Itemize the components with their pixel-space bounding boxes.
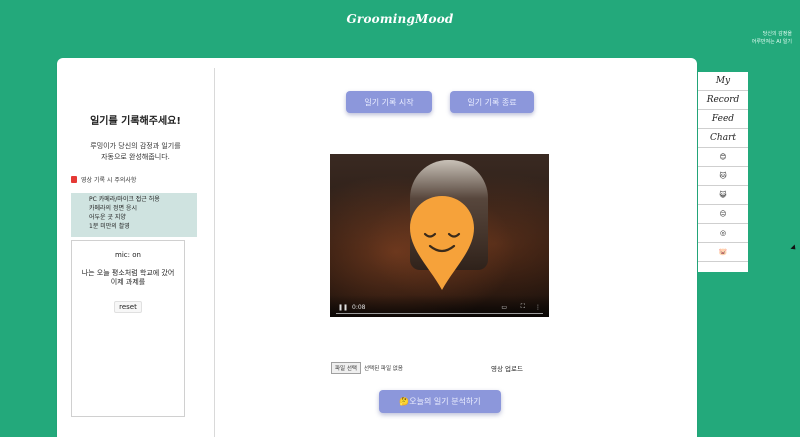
pink-emoji-icon: 🐷	[718, 248, 728, 256]
nav-my[interactable]: My	[698, 72, 748, 91]
reset-button[interactable]: reset	[114, 301, 142, 313]
more-icon[interactable]: ⋮	[535, 304, 541, 311]
red-emoji-icon: 😺	[719, 191, 727, 199]
description-line-2: 자동으로 완성해줍니다.	[101, 153, 170, 161]
fullscreen-icon[interactable]: ⛶	[521, 303, 525, 311]
video-time: 0:08	[352, 304, 366, 311]
nav-chart[interactable]: Chart	[698, 129, 748, 148]
volume-icon[interactable]: ▭	[501, 304, 507, 311]
description-line-1: 루밍이가 당신의 감정과 일기를	[90, 142, 181, 150]
nav-record[interactable]: Record	[698, 91, 748, 110]
transcript-line-2: 이제 과제를	[110, 278, 146, 286]
caution-item: 카메라의 정면 응시	[89, 205, 137, 212]
nav-pink[interactable]: 🐷	[698, 243, 748, 262]
nav-feed[interactable]: Feed	[698, 110, 748, 129]
transcript-line-1: 나는 오늘 평소처럼 학교에 갔어	[81, 269, 175, 277]
caution-item: PC 카메라/마이크 접근 허용	[89, 196, 160, 203]
video-timeline[interactable]	[336, 313, 543, 314]
mic-status: mic: on	[115, 251, 141, 259]
left-panel: 일기를 기록해주세요! 루밍이가 당신의 감정과 일기를 자동으로 완성해줍니다…	[57, 68, 215, 437]
nav-blue[interactable]: 🐱	[698, 167, 748, 186]
warning-icon	[71, 176, 77, 183]
transcript-text: 나는 오늘 평소처럼 학교에 갔어 이제 과제를	[72, 269, 184, 287]
nav-happy[interactable]: 😊	[698, 148, 748, 167]
start-record-button[interactable]: 일기 기록 시작	[346, 91, 432, 113]
left-panel-description: 루밍이가 당신의 감정과 일기를 자동으로 완성해줍니다.	[65, 141, 206, 163]
file-upload-row: 파일 선택 선택된 파일 없음 영상 업로드	[331, 362, 551, 374]
green-emoji-icon: 😐	[719, 210, 727, 218]
caution-item: 어두운 곳 지양	[89, 214, 126, 221]
analyze-diary-button[interactable]: 🤔오늘의 일기 분석하기	[379, 390, 501, 413]
file-status: 선택된 파일 없음	[364, 366, 403, 372]
cautions-list: PC 카메라/마이크 접근 허용 카메라의 정면 응시 어두운 곳 지양 1분 …	[71, 193, 197, 237]
mouse-cursor-icon	[790, 244, 798, 252]
upload-video-link[interactable]: 영상 업로드	[491, 363, 523, 373]
app-brand: GroomingMood	[346, 12, 454, 26]
stop-record-button[interactable]: 일기 기록 종료	[450, 91, 534, 113]
warning-label: 영상 기록 시 주의사항	[81, 177, 137, 184]
nav-green[interactable]: 😐	[698, 205, 748, 224]
caution-item: 1분 미만의 촬영	[89, 223, 130, 230]
video-player[interactable]: ❚❚ 0:08 ▭ ⛶ ⋮	[330, 154, 549, 317]
main-panel: 일기를 기록해주세요! 루밍이가 당신의 감정과 일기를 자동으로 완성해줍니다…	[57, 58, 697, 437]
nav-spiral[interactable]: ◎	[698, 224, 748, 243]
top-right-note-line-2: 어루만져는 AI 일기	[751, 39, 792, 45]
warning-heading: 영상 기록 시 주의사항	[71, 175, 136, 184]
emoji-overlay-icon	[410, 196, 474, 290]
spiral-emoji-icon: ◎	[719, 229, 727, 237]
nav-red[interactable]: 😺	[698, 186, 748, 205]
top-right-note-line-1: 당신의 감정을	[762, 31, 792, 37]
play-icon[interactable]: ❚❚	[338, 304, 348, 311]
video-controls: ❚❚ 0:08 ▭ ⛶ ⋮	[330, 295, 549, 317]
left-panel-title: 일기를 기록해주세요!	[90, 116, 181, 127]
happy-emoji-icon: 😊	[719, 153, 727, 161]
side-navigation: My Record Feed Chart 😊 🐱 😺 😐 ◎ 🐷	[698, 72, 748, 272]
file-select-button[interactable]: 파일 선택	[331, 362, 361, 374]
top-right-note: 당신의 감정을 어루만져는 AI 일기	[752, 30, 792, 46]
transcript-box: mic: on 나는 오늘 평소처럼 학교에 갔어 이제 과제를 reset	[71, 240, 185, 417]
blue-emoji-icon: 🐱	[719, 172, 727, 180]
record-buttons: 일기 기록 시작 일기 기록 종료	[346, 91, 534, 115]
